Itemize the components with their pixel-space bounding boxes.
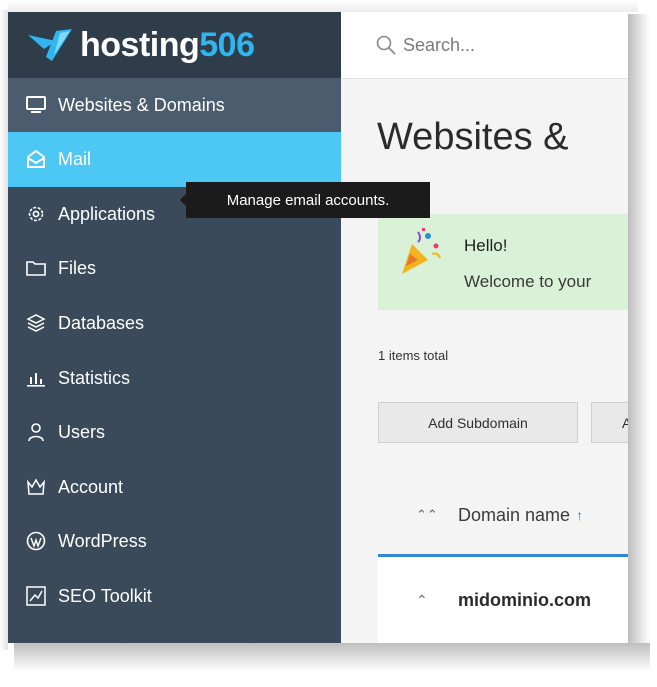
domain-column-header[interactable]: ⌃⌃ Domain name ↑ bbox=[378, 482, 628, 548]
column-header-label: Domain name bbox=[458, 504, 571, 525]
shadow-left bbox=[0, 10, 8, 650]
collapse-all-icon[interactable]: ⌃⌃ bbox=[416, 507, 438, 523]
sidebar: hosting506 Websites & Domains Mail Appli… bbox=[8, 12, 341, 643]
main-content: Search... Websites & Hello! Welcome to y… bbox=[341, 12, 628, 643]
sidebar-item-wordpress[interactable]: WordPress bbox=[8, 514, 341, 569]
monitor-icon bbox=[26, 95, 46, 115]
sidebar-item-label: Databases bbox=[58, 313, 145, 334]
search-icon bbox=[376, 35, 396, 55]
folder-icon bbox=[26, 258, 46, 278]
wordpress-icon bbox=[26, 531, 46, 551]
shadow-bottom bbox=[14, 643, 650, 671]
crown-icon bbox=[26, 477, 46, 497]
hello-title: Hello! bbox=[464, 236, 508, 255]
table-row[interactable]: ⌃ midominio.com bbox=[378, 557, 628, 643]
shadow-top bbox=[8, 0, 638, 12]
database-icon bbox=[26, 313, 46, 333]
brand-name: hosting506 bbox=[80, 25, 255, 64]
domain-name[interactable]: midominio.com bbox=[458, 590, 591, 611]
sidebar-item-databases[interactable]: Databases bbox=[8, 296, 341, 351]
sidebar-item-label: Statistics bbox=[58, 367, 131, 388]
party-popper-icon bbox=[402, 228, 441, 274]
app-window: hosting506 Websites & Domains Mail Appli… bbox=[8, 12, 628, 643]
seo-chart-icon bbox=[26, 586, 46, 606]
sidebar-item-label: Files bbox=[58, 258, 97, 279]
hello-message: Welcome to your bbox=[464, 272, 592, 291]
mail-icon bbox=[26, 149, 46, 169]
sidebar-item-account[interactable]: Account bbox=[8, 460, 341, 515]
items-total: 1 items total bbox=[378, 348, 449, 363]
sidebar-item-label: Applications bbox=[58, 203, 156, 224]
sidebar-item-users[interactable]: Users bbox=[8, 405, 341, 460]
shadow-right bbox=[628, 14, 650, 654]
user-icon bbox=[26, 422, 46, 442]
sort-arrow-icon: ↑ bbox=[576, 507, 584, 523]
gear-icon bbox=[26, 204, 46, 224]
sidebar-item-files[interactable]: Files bbox=[8, 241, 341, 296]
brand-logo[interactable]: hosting506 bbox=[8, 12, 341, 78]
sidebar-item-statistics[interactable]: Statistics bbox=[8, 350, 341, 405]
sidebar-item-label: Websites & Domains bbox=[58, 95, 225, 115]
tooltip: Manage email accounts. bbox=[180, 182, 430, 218]
sidebar-item-seo-toolkit[interactable]: SEO Toolkit bbox=[8, 569, 341, 624]
sidebar-item-label: Account bbox=[58, 476, 124, 497]
sidebar-item-mail[interactable]: Mail bbox=[8, 132, 341, 187]
sidebar-item-websites-domains[interactable]: Websites & Domains bbox=[8, 78, 341, 132]
sidebar-item-label: SEO Toolkit bbox=[58, 586, 152, 607]
sidebar-item-label: WordPress bbox=[58, 531, 147, 552]
search-input[interactable]: Search... bbox=[403, 35, 475, 56]
search-bar[interactable]: Search... bbox=[341, 12, 628, 79]
logo-mark-icon bbox=[28, 29, 72, 61]
sidebar-item-label: Mail bbox=[58, 149, 92, 170]
add-subdomain-button[interactable]: Add Subdomain bbox=[378, 402, 578, 443]
add-alias-button[interactable]: Ac bbox=[591, 402, 628, 443]
hello-banner: Hello! Welcome to your bbox=[378, 214, 628, 310]
bar-chart-icon bbox=[26, 368, 46, 388]
chevron-up-icon[interactable]: ⌃ bbox=[416, 592, 438, 609]
sidebar-item-label: Users bbox=[58, 422, 106, 443]
page-title: Websites & bbox=[377, 116, 569, 158]
